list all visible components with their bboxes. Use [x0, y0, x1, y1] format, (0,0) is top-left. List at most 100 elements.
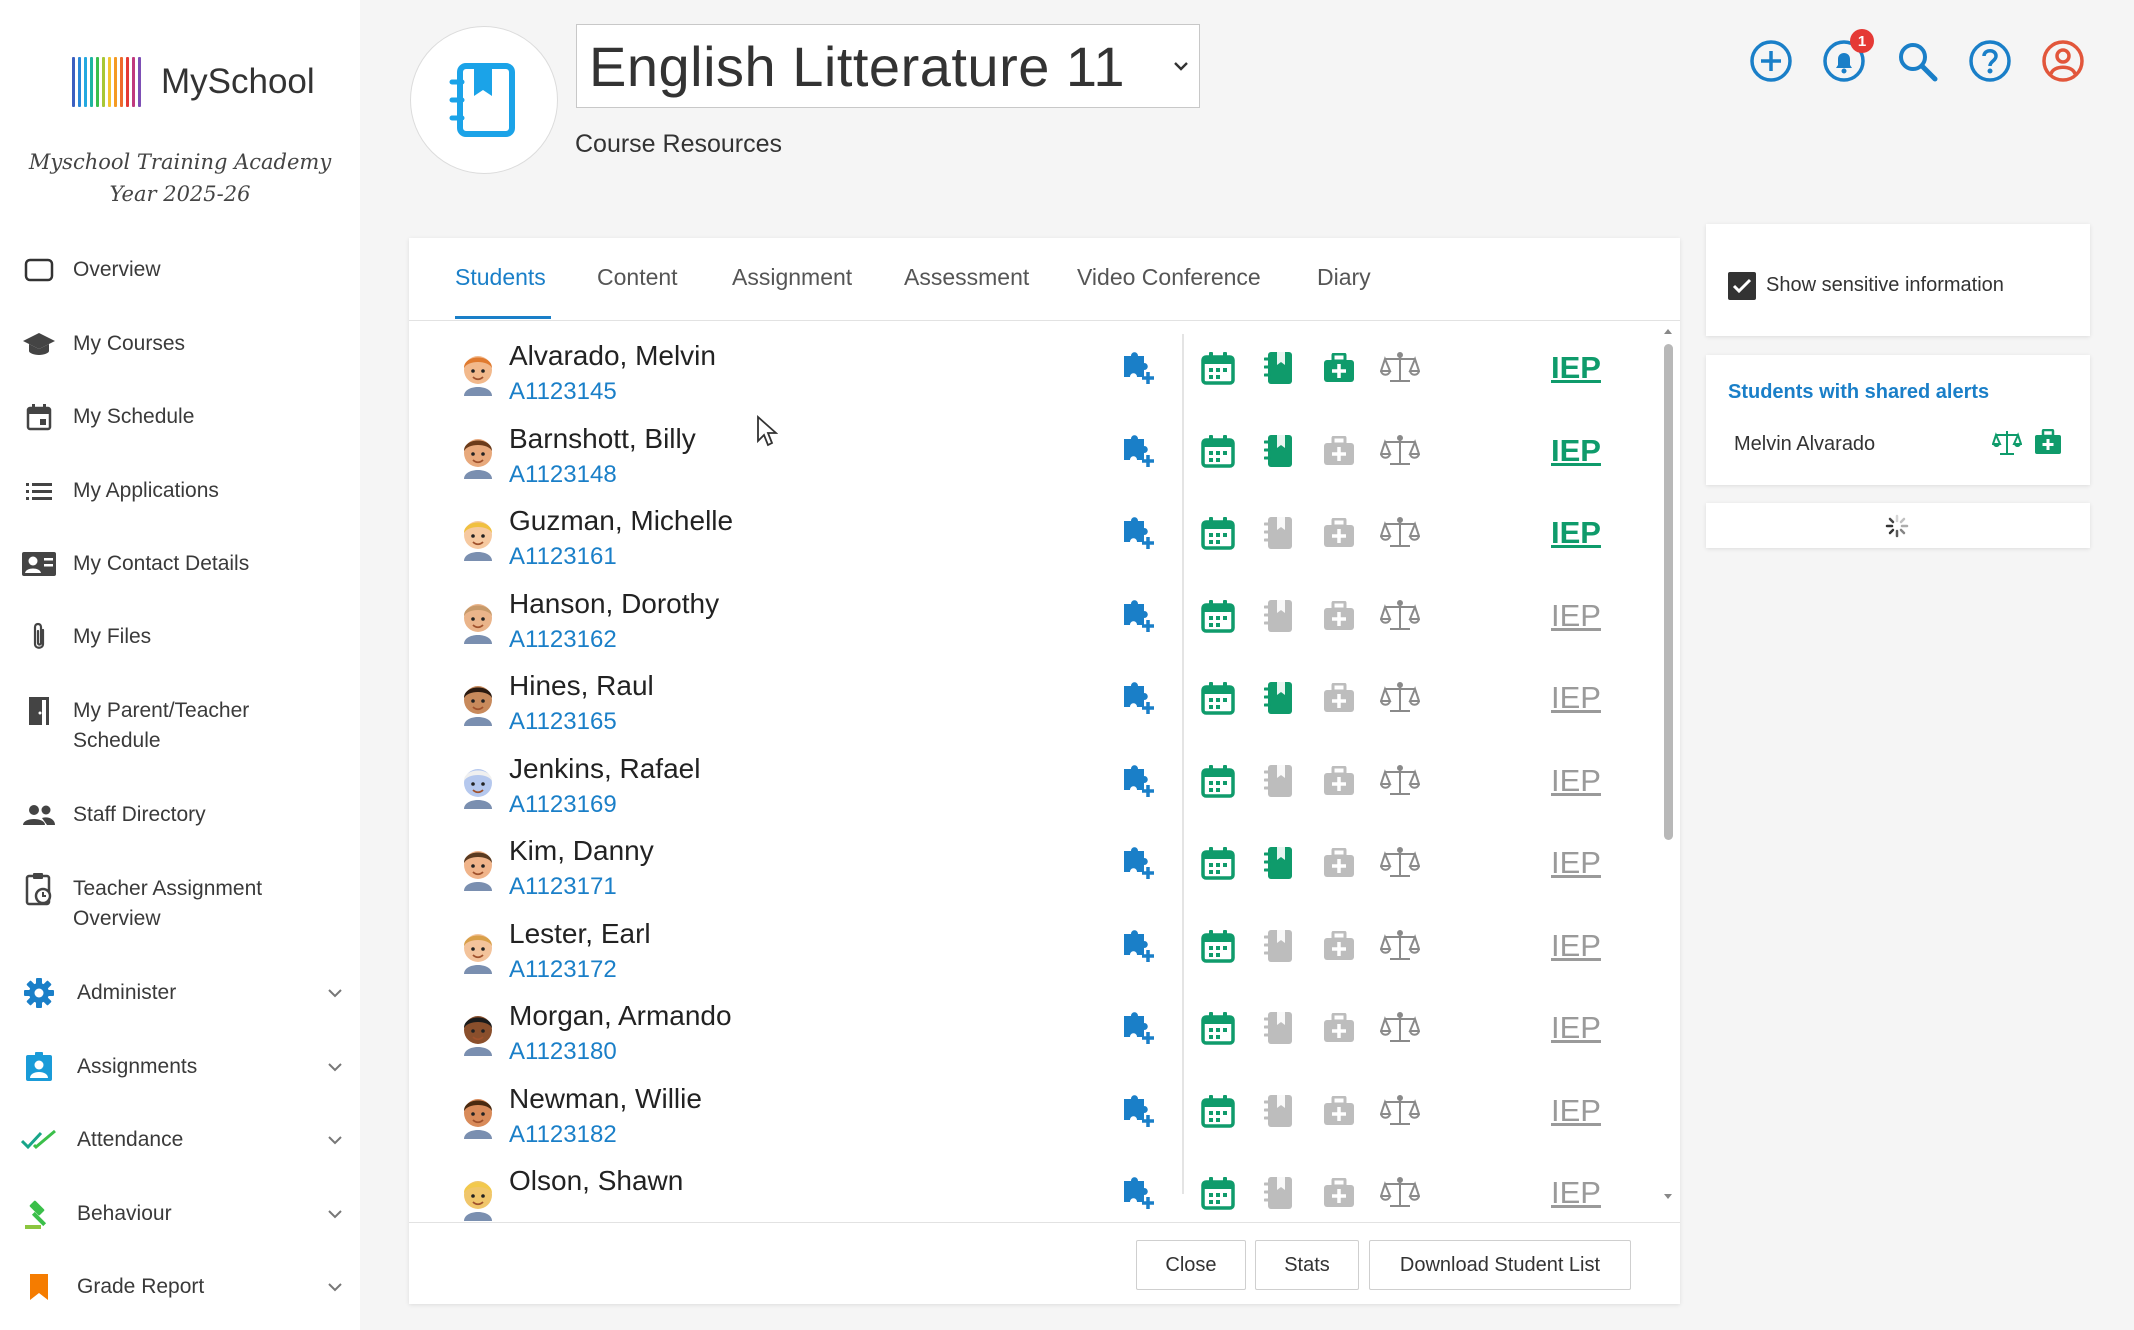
- notebook-icon-inactive[interactable]: [1257, 759, 1301, 803]
- notebook-icon-active[interactable]: [1257, 429, 1301, 473]
- add-to-group-puzzle-icon[interactable]: [1115, 1171, 1159, 1215]
- student-id[interactable]: A1123162: [509, 626, 617, 654]
- scroll-up-arrow-icon[interactable]: [1661, 326, 1675, 336]
- medical-kit-icon-inactive[interactable]: [1317, 1006, 1361, 1050]
- sidebar-item-my-applications[interactable]: My Applications: [20, 476, 219, 506]
- add-to-group-puzzle-icon[interactable]: [1115, 429, 1159, 473]
- sidebar-item-teacher-assignment-overview[interactable]: Teacher Assignment Overview: [20, 873, 262, 934]
- student-id[interactable]: A1123180: [509, 1038, 617, 1066]
- scales-icon[interactable]: [1378, 594, 1422, 638]
- iep-link[interactable]: IEP: [1551, 515, 1601, 551]
- notebook-icon-inactive[interactable]: [1257, 1171, 1301, 1215]
- scroll-thumb[interactable]: [1664, 344, 1673, 840]
- chevron-down-icon[interactable]: [320, 1272, 350, 1302]
- add-to-group-puzzle-icon[interactable]: [1115, 346, 1159, 390]
- sidebar-group-behaviour[interactable]: Behaviour: [20, 1199, 342, 1229]
- student-name[interactable]: Hanson, Dorothy: [509, 588, 719, 620]
- attendance-calendar-icon[interactable]: [1196, 676, 1240, 720]
- attendance-calendar-icon[interactable]: [1196, 346, 1240, 390]
- alert-student-name[interactable]: Melvin Alvarado: [1734, 433, 1875, 456]
- add-to-group-puzzle-icon[interactable]: [1115, 511, 1159, 555]
- scales-icon[interactable]: [1378, 924, 1422, 968]
- attendance-calendar-icon[interactable]: [1196, 1089, 1240, 1133]
- sidebar-item-staff-directory[interactable]: Staff Directory: [20, 800, 206, 830]
- student-name[interactable]: Newman, Willie: [509, 1083, 702, 1115]
- sidebar-item-my-files[interactable]: My Files: [20, 622, 151, 652]
- attendance-calendar-icon[interactable]: [1196, 759, 1240, 803]
- scales-icon[interactable]: [1378, 676, 1422, 720]
- scales-icon[interactable]: [1378, 1006, 1422, 1050]
- sidebar-item-my-contact-details[interactable]: My Contact Details: [20, 549, 249, 579]
- student-id[interactable]: A1123169: [509, 791, 617, 819]
- student-id[interactable]: A1123148: [509, 461, 617, 489]
- medical-kit-icon-inactive[interactable]: [1317, 594, 1361, 638]
- sidebar-item-overview[interactable]: Overview: [20, 255, 161, 285]
- iep-link[interactable]: IEP: [1551, 845, 1601, 881]
- tab-students[interactable]: Students: [455, 264, 546, 291]
- course-select[interactable]: English Litterature 11: [576, 24, 1200, 108]
- iep-link[interactable]: IEP: [1551, 1010, 1601, 1046]
- student-id[interactable]: A1123172: [509, 956, 617, 984]
- notebook-icon-inactive[interactable]: [1257, 1089, 1301, 1133]
- medical-kit-icon-inactive[interactable]: [1317, 1089, 1361, 1133]
- student-name[interactable]: Barnshott, Billy: [509, 423, 696, 455]
- add-to-group-puzzle-icon[interactable]: [1115, 924, 1159, 968]
- tab-assessment[interactable]: Assessment: [904, 264, 1029, 291]
- sidebar-group-assignments[interactable]: Assignments: [20, 1052, 342, 1082]
- notebook-icon-active[interactable]: [1257, 346, 1301, 390]
- notebook-icon-inactive[interactable]: [1257, 1006, 1301, 1050]
- notebook-icon-active[interactable]: [1257, 676, 1301, 720]
- medical-kit-icon-inactive[interactable]: [1317, 841, 1361, 885]
- scales-icon[interactable]: [1378, 841, 1422, 885]
- student-name[interactable]: Guzman, Michelle: [509, 505, 733, 537]
- iep-link[interactable]: IEP: [1551, 350, 1601, 386]
- scroll-down-arrow-icon[interactable]: [1661, 1192, 1675, 1202]
- student-name[interactable]: Jenkins, Rafael: [509, 753, 700, 785]
- medical-kit-icon-inactive[interactable]: [1317, 511, 1361, 555]
- tab-assignment[interactable]: Assignment: [732, 264, 852, 291]
- medical-kit-icon-active[interactable]: [1317, 346, 1361, 390]
- student-name[interactable]: Hines, Raul: [509, 670, 654, 702]
- chevron-down-icon[interactable]: [320, 978, 350, 1008]
- sidebar-group-grade-report[interactable]: Grade Report: [20, 1272, 342, 1302]
- scales-icon[interactable]: [1378, 346, 1422, 390]
- scales-icon[interactable]: [1378, 1089, 1422, 1133]
- iep-link[interactable]: IEP: [1551, 763, 1601, 799]
- attendance-calendar-icon[interactable]: [1196, 511, 1240, 555]
- student-name[interactable]: Alvarado, Melvin: [509, 340, 716, 372]
- medical-kit-icon-inactive[interactable]: [1317, 676, 1361, 720]
- download-student-list-button[interactable]: Download Student List: [1369, 1240, 1631, 1290]
- scales-icon[interactable]: [1378, 1171, 1422, 1215]
- show-sensitive-checkbox[interactable]: [1728, 272, 1756, 300]
- notebook-icon-inactive[interactable]: [1257, 594, 1301, 638]
- add-to-group-puzzle-icon[interactable]: [1115, 841, 1159, 885]
- add-to-group-puzzle-icon[interactable]: [1115, 676, 1159, 720]
- iep-link[interactable]: IEP: [1551, 928, 1601, 964]
- student-id[interactable]: A1123161: [509, 543, 617, 571]
- list-scrollbar[interactable]: [1661, 326, 1675, 1206]
- sidebar-item-my-courses[interactable]: My Courses: [20, 329, 185, 359]
- student-name[interactable]: Kim, Danny: [509, 835, 654, 867]
- sidebar-group-administer[interactable]: Administer: [20, 978, 342, 1008]
- student-id[interactable]: A1123182: [509, 1121, 617, 1149]
- notebook-icon-inactive[interactable]: [1257, 511, 1301, 555]
- stats-button[interactable]: Stats: [1255, 1240, 1359, 1290]
- add-circle-icon[interactable]: [1748, 38, 1794, 84]
- close-button[interactable]: Close: [1136, 1240, 1246, 1290]
- attendance-calendar-icon[interactable]: [1196, 1006, 1240, 1050]
- iep-link[interactable]: IEP: [1551, 680, 1601, 716]
- scales-icon[interactable]: [1378, 511, 1422, 555]
- student-id[interactable]: A1123145: [509, 378, 617, 406]
- sidebar-item-parent-teacher-schedule[interactable]: My Parent/Teacher Schedule: [20, 696, 249, 756]
- help-icon[interactable]: [1967, 38, 2013, 84]
- notebook-icon-inactive[interactable]: [1257, 924, 1301, 968]
- student-name[interactable]: Morgan, Armando: [509, 1000, 732, 1032]
- sidebar-group-attendance[interactable]: Attendance: [20, 1125, 342, 1155]
- iep-link[interactable]: IEP: [1551, 1093, 1601, 1129]
- student-id[interactable]: A1123171: [509, 873, 617, 901]
- medical-kit-icon-inactive[interactable]: [1317, 429, 1361, 473]
- search-icon[interactable]: [1894, 38, 1940, 84]
- medical-kit-icon[interactable]: [2034, 428, 2062, 460]
- chevron-down-icon[interactable]: [320, 1052, 350, 1082]
- attendance-calendar-icon[interactable]: [1196, 924, 1240, 968]
